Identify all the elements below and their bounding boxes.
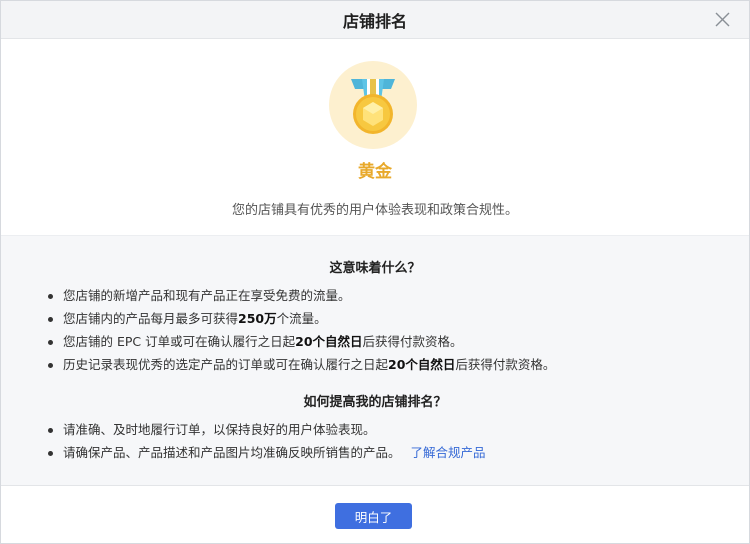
list-item-highlight: 20个自然日 bbox=[295, 334, 363, 349]
hero-section: 黄金 您的店铺具有优秀的用户体验表现和政策合规性。 bbox=[1, 39, 749, 235]
gold-medal-icon bbox=[351, 79, 395, 134]
list-item-text: 历史记录表现优秀的选定产品的订单或可在确认履行之日起 bbox=[63, 357, 389, 372]
list-item-text: 您店铺的 EPC 订单或可在确认履行之日起 bbox=[63, 334, 296, 349]
list-item-highlight: 20个自然日 bbox=[388, 357, 456, 372]
list-item: 请确保产品、产品描述和产品图片均准确反映所销售的产品。 了解合规产品 bbox=[46, 441, 749, 464]
dialog-header: 店铺排名 bbox=[1, 1, 749, 39]
dialog-footer: 明白了 bbox=[1, 485, 749, 543]
list-item-text: 请准确、及时地履行订单，以保持良好的用户体验表现。 bbox=[63, 422, 376, 437]
list-item-text: 您店铺内的产品每月最多可获得 bbox=[63, 311, 239, 326]
list-item: 您店铺内的产品每月最多可获得250万个流量。 bbox=[46, 307, 749, 330]
list-item-text: 请确保产品、产品描述和产品图片均准确反映所销售的产品。 bbox=[63, 445, 401, 460]
meaning-list: 您店铺的新增产品和现有产品正在享受免费的流量。 您店铺内的产品每月最多可获得25… bbox=[46, 284, 749, 376]
medal-badge bbox=[329, 61, 417, 149]
store-ranking-dialog: 店铺排名 黄金 您的店铺具有优秀的用户体验表现和政策合规性。 这意味着什么？ 您… bbox=[0, 0, 750, 544]
list-item-text: 个流量。 bbox=[276, 311, 327, 326]
confirm-button[interactable]: 明白了 bbox=[335, 503, 412, 529]
section-meaning: 这意味着什么？ 您店铺的新增产品和现有产品正在享受免费的流量。 您店铺内的产品每… bbox=[1, 257, 749, 376]
section-meaning-title: 这意味着什么？ bbox=[329, 261, 421, 276]
list-item: 您店铺的新增产品和现有产品正在享受免费的流量。 bbox=[46, 284, 749, 307]
list-item-text: 后获得付款资格。 bbox=[362, 334, 463, 349]
section-improve: 如何提高我的店铺排名？ 请准确、及时地履行订单，以保持良好的用户体验表现。 请确… bbox=[1, 391, 749, 464]
section-improve-title: 如何提高我的店铺排名？ bbox=[303, 395, 447, 410]
list-item: 您店铺的 EPC 订单或可在确认履行之日起20个自然日后获得付款资格。 bbox=[46, 330, 749, 353]
tier-label: 黄金 bbox=[358, 162, 392, 182]
list-item-text: 您店铺的新增产品和现有产品正在享受免费的流量。 bbox=[63, 288, 351, 303]
tier-description: 您的店铺具有优秀的用户体验表现和政策合规性。 bbox=[231, 203, 518, 218]
compliance-link[interactable]: 了解合规产品 bbox=[411, 445, 486, 460]
close-icon[interactable] bbox=[715, 12, 730, 27]
info-panel: 这意味着什么？ 您店铺的新增产品和现有产品正在享受免费的流量。 您店铺内的产品每… bbox=[1, 235, 749, 485]
dialog-title: 店铺排名 bbox=[342, 11, 407, 31]
list-item: 历史记录表现优秀的选定产品的订单或可在确认履行之日起20个自然日后获得付款资格。 bbox=[46, 353, 749, 376]
list-item-text: 后获得付款资格。 bbox=[455, 357, 556, 372]
list-item-highlight: 250万 bbox=[238, 311, 277, 326]
list-item: 请准确、及时地履行订单，以保持良好的用户体验表现。 bbox=[46, 418, 749, 441]
improve-list: 请准确、及时地履行订单，以保持良好的用户体验表现。 请确保产品、产品描述和产品图… bbox=[46, 418, 749, 464]
